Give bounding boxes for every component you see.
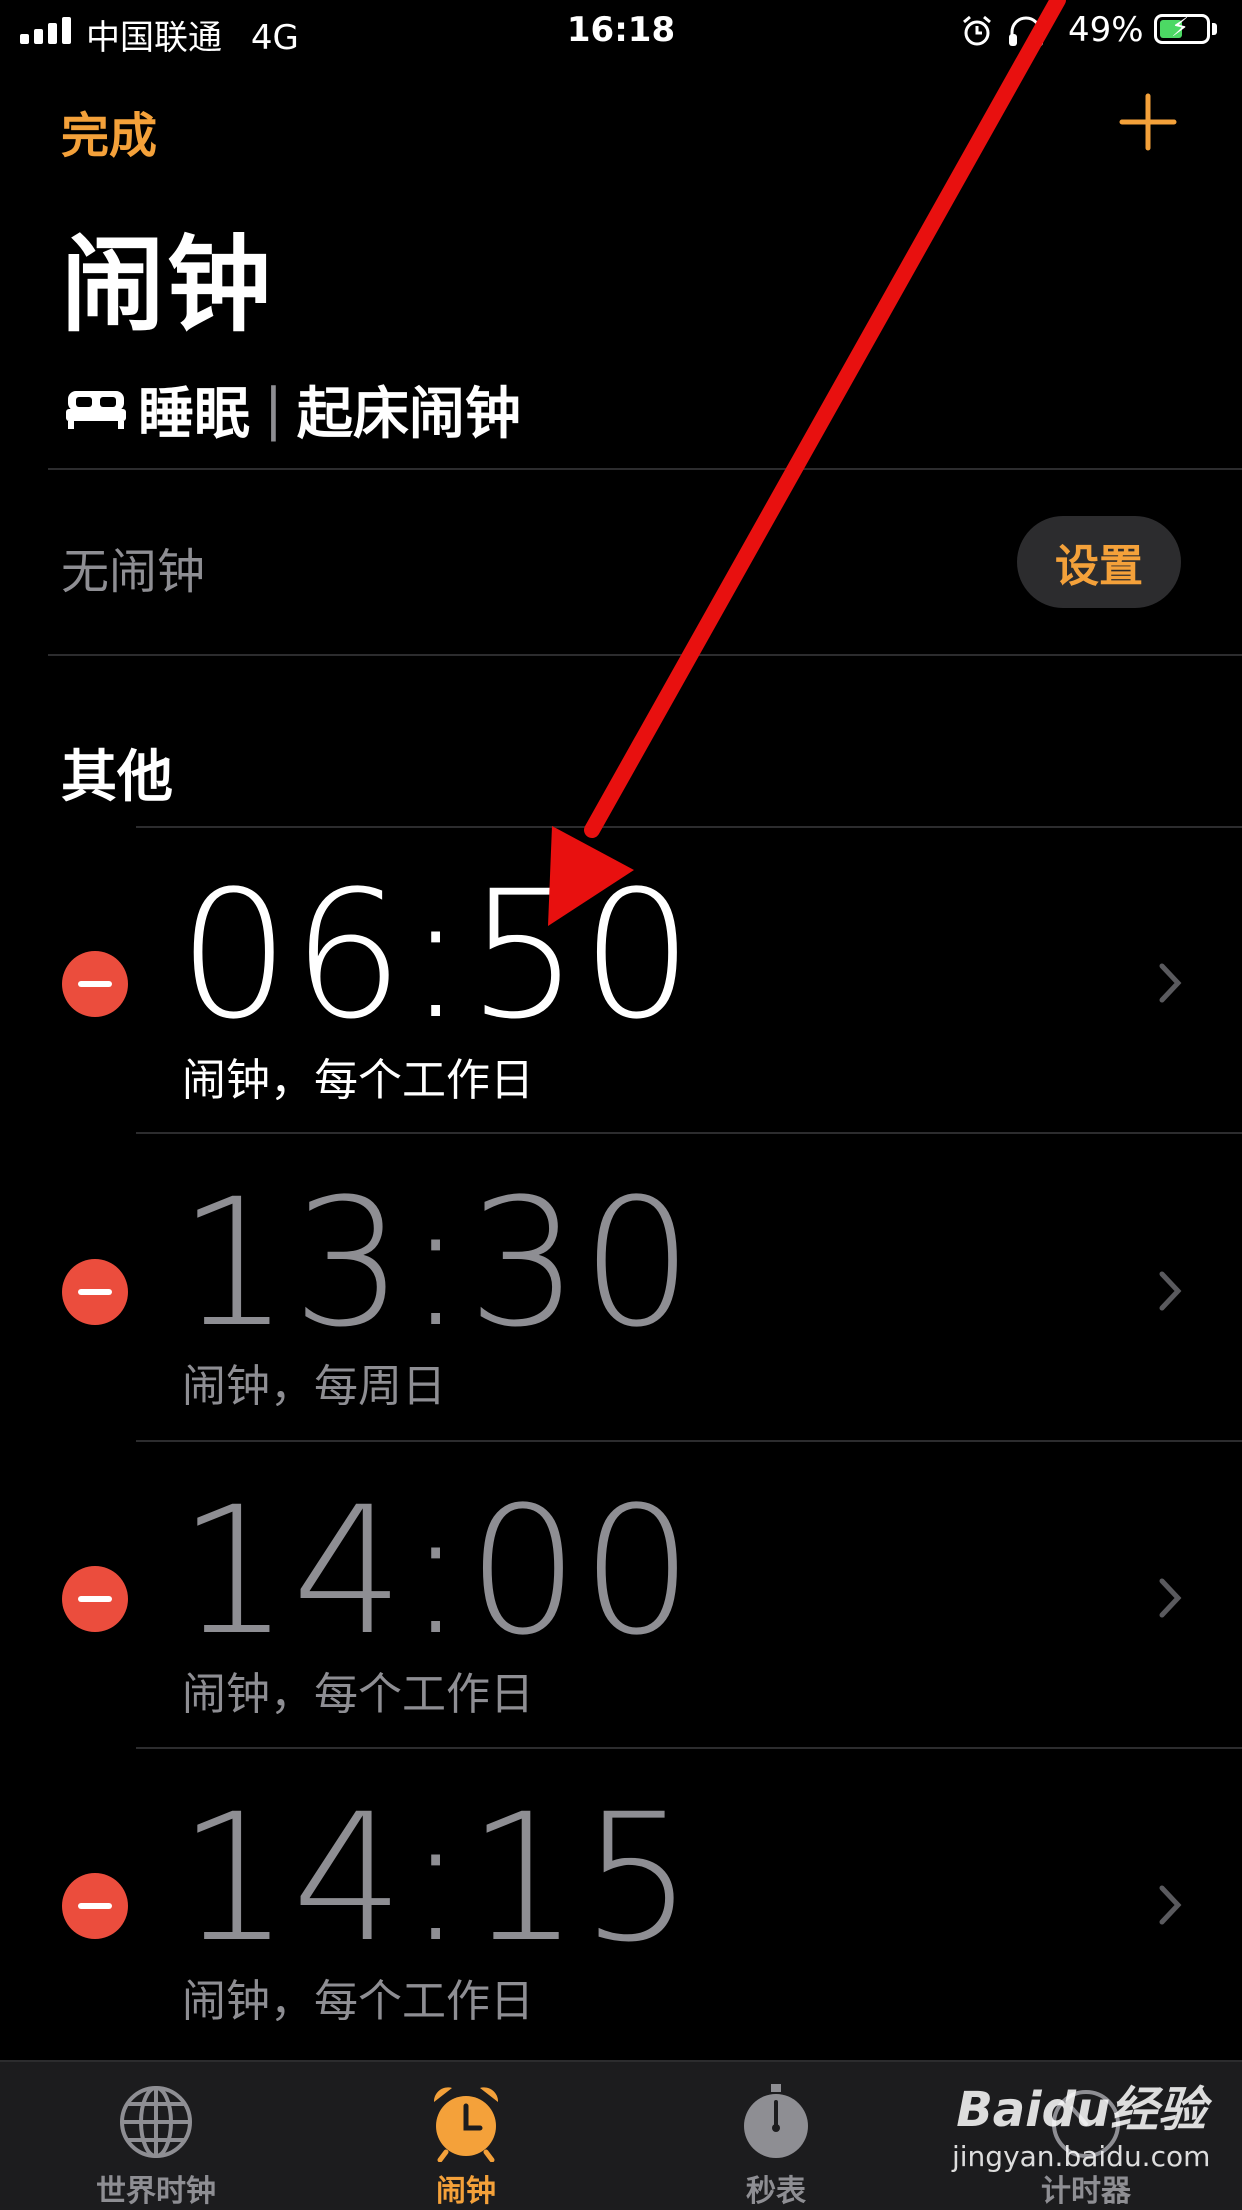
delete-alarm-icon[interactable] — [62, 1259, 128, 1325]
watermark: Baidu经验 jingyan.baidu.com — [952, 2070, 1210, 2173]
sleep-header: 睡眠 | 起床闹钟 — [64, 374, 521, 447]
watermark-url: jingyan.baidu.com — [952, 2140, 1211, 2173]
done-button[interactable]: 完成 — [61, 96, 157, 166]
tab-label: 世界时钟 — [96, 2174, 216, 2209]
tab-stopwatch[interactable]: 秒表 — [656, 2082, 896, 2210]
battery-percent: 49% — [1068, 10, 1144, 50]
tab-world-clock[interactable]: 世界时钟 — [36, 2082, 276, 2210]
tab-alarm[interactable]: 闹钟 — [346, 2082, 586, 2210]
page-title: 闹钟 — [61, 224, 274, 346]
delete-alarm-icon[interactable] — [62, 951, 128, 1017]
alarm-time: 06:50 — [178, 853, 696, 1058]
delete-alarm-icon[interactable] — [62, 1873, 128, 1939]
delete-alarm-icon[interactable] — [62, 1566, 128, 1632]
wake-up-label: 起床闹钟 — [296, 381, 521, 447]
divider — [48, 468, 1242, 470]
chevron-right-icon[interactable] — [1152, 1880, 1188, 1930]
sleep-label: 睡眠 — [138, 381, 250, 447]
alarm-row[interactable]: 13:30 闹钟，每周日 — [0, 1134, 1242, 1442]
alarm-label: 闹钟，每个工作日 — [182, 1669, 534, 1720]
status-time: 16:18 — [566, 10, 676, 50]
bed-icon — [66, 391, 126, 429]
chevron-right-icon[interactable] — [1152, 1266, 1188, 1316]
stopwatch-icon — [744, 2084, 808, 2158]
battery-cap — [1212, 23, 1217, 35]
alarm-row[interactable]: 14:00 闹钟，每个工作日 — [0, 1442, 1242, 1749]
headphones-icon — [1009, 16, 1043, 46]
section-heading-others: 其他 — [61, 745, 173, 810]
alarm-label: 闹钟，每个工作日 — [182, 1976, 534, 2027]
alarm-status-icon — [963, 15, 991, 46]
alarm-time: 14:15 — [178, 1776, 696, 1981]
alarm-clock-icon — [433, 2087, 499, 2162]
sleep-separator: | — [264, 376, 283, 442]
tab-label: 秒表 — [746, 2174, 806, 2209]
tab-label: 闹钟 — [436, 2174, 496, 2209]
alarm-label: 闹钟，每周日 — [182, 1361, 446, 1412]
chevron-right-icon[interactable] — [1152, 1573, 1188, 1623]
alarm-row[interactable]: 14:15 闹钟，每个工作日 — [0, 1749, 1242, 2055]
alarm-row[interactable]: 06:50 闹钟，每个工作日 — [0, 828, 1242, 1134]
set-button[interactable]: 设置 — [1017, 516, 1181, 608]
no-alarm-text: 无闹钟 — [61, 544, 206, 600]
plus-icon[interactable] — [1118, 92, 1178, 152]
chevron-right-icon[interactable] — [1152, 958, 1188, 1008]
divider — [48, 654, 1242, 656]
alarm-time: 13:30 — [178, 1161, 696, 1366]
watermark-brand: Baidu经验 — [956, 2082, 1207, 2138]
alarm-time: 14:00 — [178, 1469, 696, 1674]
battery-icon: ⚡ — [1154, 13, 1210, 44]
globe-icon — [120, 2086, 192, 2158]
alarm-label: 闹钟，每个工作日 — [182, 1055, 534, 1106]
status-bar: 中国联通 4G 16:18 49% ⚡ — [0, 0, 1242, 60]
